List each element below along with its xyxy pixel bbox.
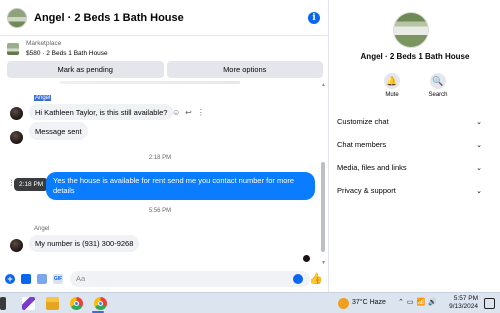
sender-avatar[interactable] [10,107,23,120]
mark-as-pending-button[interactable]: Mark as pending [7,61,164,78]
chevron-down-icon: ⌄ [476,118,482,126]
timestamp: 5:56 PM [148,208,172,214]
chevron-down-icon: ⌄ [476,164,482,172]
weather-readout[interactable]: 37°C Haze [352,299,386,306]
menu-media-files-links[interactable]: Media, files and links ⌄ [330,156,500,179]
bell-icon: 🔔 [384,73,400,89]
menu-label: Customize chat [337,117,389,126]
taskbar-clock[interactable]: 5:57 PM 9/13/2024 [440,295,478,311]
chevron-down-icon: ⌄ [476,187,482,195]
chrome-icon[interactable] [70,297,83,310]
menu-chat-members[interactable]: Chat members ⌄ [330,133,500,156]
marketplace-label: Marketplace [26,39,62,47]
info-menu: Customize chat ⌄ Chat members ⌄ Media, f… [330,110,500,202]
pen-app-icon[interactable] [22,297,35,310]
temperature: 37°C [352,299,368,306]
menu-customize-chat[interactable]: Customize chat ⌄ [330,110,500,133]
taskbar-app-icon[interactable] [0,297,6,310]
sender-avatar[interactable] [10,239,23,252]
profile-actions: 🔔 Mute 🔍 Search [378,73,452,98]
search-label: Search [428,92,448,98]
profile-picture[interactable] [393,12,429,48]
menu-label: Privacy & support [337,186,396,195]
gif-icon[interactable]: GIF [53,274,63,284]
sender-avatar[interactable] [10,131,23,144]
notification-icon[interactable] [484,298,495,309]
time-tooltip: 2:18 PM [14,178,49,191]
menu-privacy-support[interactable]: Privacy & support ⌄ [330,179,500,202]
thumbs-up-icon[interactable]: 👍 [309,272,323,285]
composer-bar: + GIF Aa 👍 [0,268,329,290]
message-actions: ☺ ↩ ⋮ [172,108,205,117]
outgoing-message[interactable]: Yes the house is available for rent send… [46,172,315,200]
seen-indicator-avatar [303,255,310,262]
windows-taskbar: 37°C Haze ⌃▭📶🔊 5:57 PM 9/13/2024 [0,292,500,313]
conversation-info-pane: Angel · 2 Beds 1 Bath House 🔔 Mute 🔍 Sea… [330,0,500,292]
emoji-icon[interactable] [293,274,303,284]
info-icon[interactable]: i [308,12,320,24]
sticker-icon[interactable] [37,274,47,284]
incoming-message[interactable]: My number is (931) 300-9268 [29,235,140,252]
scroll-down-icon[interactable]: ▼ [321,260,326,266]
chrome-center [74,301,79,306]
search-button[interactable]: 🔍 Search [424,73,452,98]
system-tray-icons[interactable]: ⌃▭📶🔊 [398,298,440,306]
message-input[interactable]: Aa [70,271,310,287]
clipped-previous-message [60,81,240,84]
conversation-avatar[interactable] [7,7,27,28]
scroll-thumb[interactable] [321,162,325,252]
listing-actions: Mark as pending More options [7,61,323,78]
incoming-message[interactable]: Message sent [29,122,88,140]
sender-name: Angel [34,95,52,101]
sender-name: Angel [34,226,50,232]
conversation-title[interactable]: Angel · 2 Beds 1 Bath House [34,12,184,24]
menu-label: Media, files and links [337,163,407,172]
message-list: Angel Hi Kathleen Taylor, is this still … [0,80,320,266]
listing-text: Marketplace $580 · 2 Beds 1 Bath House [26,39,108,59]
chrome-icon[interactable] [94,297,107,310]
incoming-message[interactable]: Hi Kathleen Taylor, is this still availa… [29,104,174,120]
menu-label: Chat members [337,140,387,149]
chat-header: Angel · 2 Beds 1 Bath House i [0,0,329,36]
chevron-down-icon: ⌄ [476,141,482,149]
weather-condition: Haze [369,299,386,306]
react-icon[interactable]: ☺ [172,108,180,117]
message-scrollbar[interactable]: ▲ ▼ [320,80,326,266]
mute-label: Mute [385,92,399,98]
file-explorer-icon[interactable] [46,297,59,310]
messenger-window: Angel · 2 Beds 1 Bath House i Marketplac… [0,0,500,313]
scroll-up-icon[interactable]: ▲ [321,82,326,88]
reply-icon[interactable]: ↩ [185,108,192,117]
listing-thumbnail [7,42,19,55]
more-icon[interactable]: ⋮ [197,108,205,117]
plus-icon[interactable]: + [5,274,15,284]
listing-title: $580 · 2 Beds 1 Bath House [26,49,108,57]
weather-icon[interactable] [338,298,349,309]
photo-icon[interactable] [21,274,31,284]
clock-date: 9/13/2024 [449,303,478,310]
search-icon: 🔍 [430,73,446,89]
chat-pane: Angel · 2 Beds 1 Bath House i Marketplac… [0,0,329,292]
profile-name: Angel · 2 Beds 1 Bath House [360,52,470,61]
mute-button[interactable]: 🔔 Mute [378,73,406,98]
marketplace-listing[interactable]: Marketplace $580 · 2 Beds 1 Bath House [0,37,329,60]
clock-time: 5:57 PM [453,295,478,302]
more-options-button[interactable]: More options [166,61,323,78]
timestamp: 2:18 PM [148,155,172,161]
chrome-center [98,301,103,306]
